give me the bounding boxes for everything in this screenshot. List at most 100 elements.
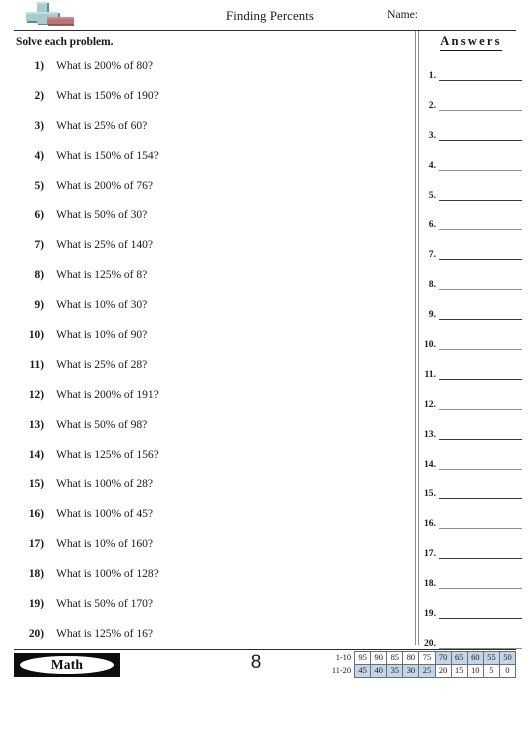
score-cell: 90 (370, 651, 388, 665)
score-cell: 70 (434, 651, 452, 665)
problem-number: 1) (34, 60, 45, 72)
problem-number: 3) (34, 119, 45, 132)
problem-number: 19) (28, 598, 44, 611)
answer-number: 14. (424, 458, 436, 470)
problem-number: 11) (29, 358, 44, 371)
answer-row: 19. (420, 603, 522, 633)
answer-blank-line[interactable] (439, 80, 522, 81)
answer-blank-line[interactable] (439, 139, 522, 141)
problem-number: 20) (28, 627, 44, 640)
answer-row: 3. (420, 125, 522, 155)
problem-item: 4) What is 150% of 154? (14, 148, 412, 178)
score-cell: 20 (434, 664, 452, 678)
problem-text: What is 200% of 76? (56, 178, 153, 192)
answer-blank-line[interactable] (439, 349, 522, 351)
answer-number: 3. (428, 129, 436, 141)
answer-number: 19. (424, 608, 436, 620)
problem-text: What is 100% of 45? (56, 507, 153, 521)
answer-row: 16. (420, 513, 522, 543)
problem-text: What is 10% of 90? (56, 328, 148, 342)
problem-item: 3) What is 25% of 60? (14, 118, 412, 148)
answer-row: 13. (420, 424, 522, 454)
answer-blank-line[interactable] (439, 319, 522, 321)
answer-row: 2. (420, 95, 522, 125)
problem-item: 19) What is 50% of 170? (14, 596, 412, 626)
score-cell: 60 (466, 651, 484, 665)
problem-text: What is 10% of 160? (56, 537, 153, 551)
answer-number: 9. (428, 309, 436, 321)
score-range-label: 11-20 (331, 666, 352, 675)
problem-text: What is 25% of 60? (56, 118, 148, 132)
problem-text: What is 150% of 154? (56, 148, 159, 162)
problem-text: What is 100% of 128? (56, 567, 159, 581)
score-cell: 80 (402, 651, 420, 665)
score-cell: 95 (354, 651, 372, 665)
score-scale-table: 1-10 95 90 85 80 75 70 65 60 55 50 11-20 45 40 35 30 25 2… (327, 651, 517, 678)
answer-row: 14. (420, 454, 522, 484)
answer-number: 18. (424, 578, 436, 590)
problem-list: 1) What is 200% of 80? 2) What is 150% of 1… (14, 58, 412, 656)
problem-number: 2) (34, 89, 45, 102)
answer-blank-line[interactable] (439, 408, 522, 410)
problem-item: 11) What is 25% of 28? (14, 357, 412, 387)
problem-text: What is 50% of 30? (56, 208, 148, 222)
name-field-label: Name: (387, 8, 418, 21)
problem-text: What is 25% of 140? (56, 238, 153, 252)
answer-blank-line[interactable] (439, 528, 522, 530)
problem-number: 15) (28, 478, 44, 491)
answer-blank-line[interactable] (439, 468, 522, 470)
answer-number: 13. (424, 428, 436, 440)
answer-number: 15. (424, 488, 436, 500)
answer-list: 1. 2. 3. 4. 5. 6. 7. 8. 9. 10. 11. 12. 13. 14. 15. 16. 1… (420, 65, 522, 663)
worksheet-footer: Math 8 1-10 95 90 85 80 75 70 65 60 55 50 11-20 45 40… (14, 649, 517, 691)
answer-row: 9. (420, 304, 522, 334)
problem-number: 4) (34, 149, 45, 162)
problem-number: 8) (34, 269, 45, 282)
answer-blank-line[interactable] (439, 438, 522, 440)
problem-text: What is 125% of 16? (56, 626, 153, 640)
score-cell: 30 (402, 664, 420, 678)
problem-item: 8) What is 125% of 8? (14, 267, 412, 297)
problem-item: 14) What is 125% of 156? (14, 447, 412, 477)
problem-number: 10) (28, 329, 44, 342)
answer-row: 12. (420, 394, 522, 424)
answer-blank-line[interactable] (439, 558, 522, 560)
problem-number: 5) (34, 179, 45, 192)
answer-number: 7. (428, 249, 436, 261)
answer-row: 4. (420, 155, 522, 185)
answer-blank-line[interactable] (439, 229, 522, 231)
answer-blank-line[interactable] (439, 588, 522, 590)
problems-column: Solve each problem. 1) What is 200% of 80… (14, 31, 412, 656)
answers-heading: Answers (440, 34, 502, 51)
problem-item: 10) What is 10% of 90? (14, 327, 412, 357)
worksheet-header: Finding Percents Name: (14, 0, 516, 31)
worksheet-page: Finding Percents Name: Solve each proble… (0, 0, 530, 749)
problem-text: What is 50% of 170? (56, 597, 153, 611)
answer-row: 15. (420, 483, 522, 513)
problem-item: 16) What is 100% of 45? (14, 506, 412, 536)
answer-number: 4. (428, 159, 436, 171)
answer-row: 18. (420, 573, 522, 603)
answer-row: 8. (420, 274, 522, 304)
answer-blank-line[interactable] (439, 259, 522, 261)
instruction-text: Solve each problem. (16, 35, 114, 48)
answer-row: 1. (420, 65, 522, 95)
answer-row: 6. (420, 214, 522, 244)
answer-blank-line[interactable] (439, 618, 522, 620)
score-cell: 45 (354, 664, 372, 678)
answer-row: 17. (420, 543, 522, 573)
answer-blank-line[interactable] (439, 289, 522, 291)
answer-blank-line[interactable] (439, 378, 522, 380)
answer-number: 6. (428, 219, 436, 231)
answer-blank-line[interactable] (439, 199, 522, 201)
answer-blank-line[interactable] (439, 109, 522, 111)
score-cell: 10 (466, 664, 484, 678)
answer-blank-line[interactable] (439, 169, 522, 171)
answers-column: Answers 1. 2. 3. 4. 5. 6. 7. 8. 9. 10. 11. 12. 13. 14… (420, 31, 522, 663)
answer-number: 16. (424, 518, 436, 530)
answer-number: 20. (424, 637, 436, 649)
answer-blank-line[interactable] (439, 498, 522, 500)
score-cell: 75 (418, 651, 436, 665)
problem-text: What is 50% of 98? (56, 417, 148, 431)
answer-number: 17. (424, 548, 436, 560)
